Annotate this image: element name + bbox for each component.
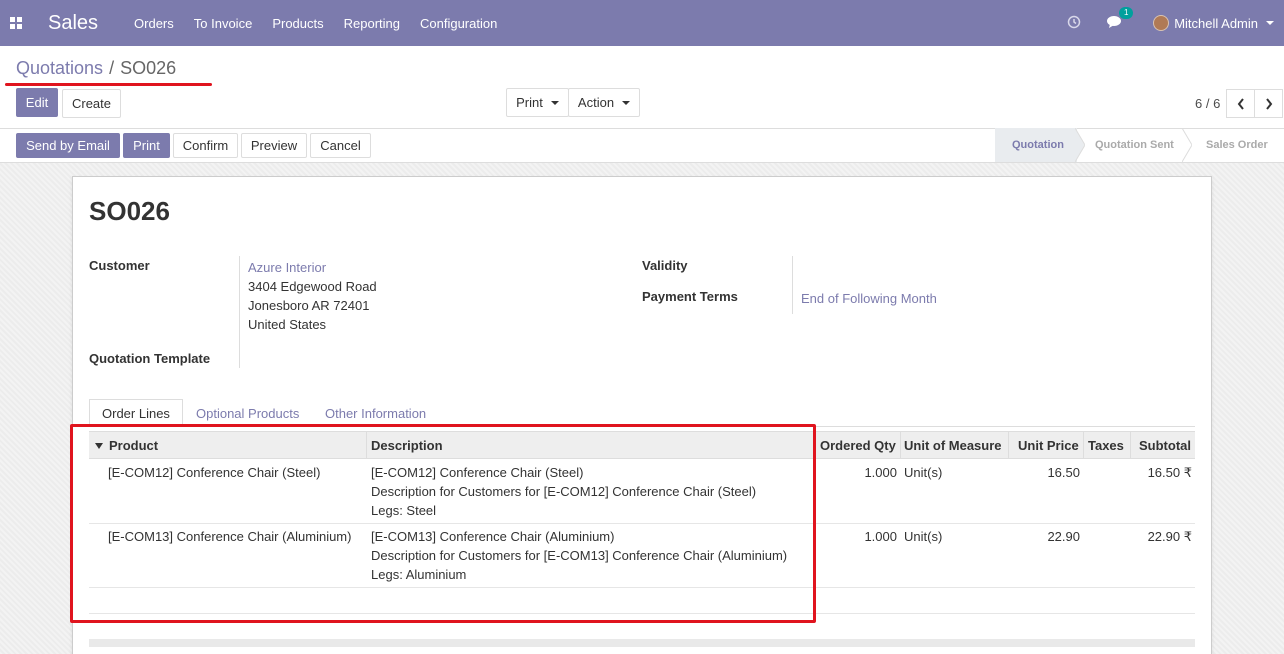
stage-quotation-label: Quotation <box>1012 139 1064 151</box>
stage-quotation[interactable]: Quotation <box>995 128 1077 162</box>
stage-quotation-sent[interactable]: Quotation Sent <box>1077 128 1184 162</box>
pager-value: 6 / 6 <box>1195 96 1221 111</box>
top-navbar: Sales Orders To Invoice Products Reporti… <box>0 0 1284 46</box>
validity-label: Validity <box>642 258 688 273</box>
chevron-right-icon <box>1265 97 1272 110</box>
field-separator <box>792 256 793 314</box>
tab-optional-products-label: Optional Products <box>196 405 300 421</box>
chat-count-badge: 1 <box>1119 6 1134 19</box>
app-title[interactable]: Sales <box>48 12 98 35</box>
print-button[interactable]: Print <box>123 133 170 158</box>
row-ordered-qty[interactable]: 1.000 <box>840 463 897 482</box>
tab-order-lines-label: Order Lines <box>102 405 170 421</box>
record-title: SO026 <box>89 196 170 226</box>
caret-down-icon <box>622 100 631 105</box>
action-dropdown[interactable]: Action <box>568 88 640 117</box>
tab-order-lines[interactable]: Order Lines <box>89 399 183 427</box>
pager-previous-button[interactable] <box>1226 89 1255 118</box>
payment-terms-value[interactable]: End of Following Month <box>801 291 937 306</box>
column-separator <box>1008 432 1009 459</box>
chevron-down-icon[interactable] <box>1266 21 1274 25</box>
customer-address-line: United States <box>248 317 327 332</box>
menu-configuration[interactable]: Configuration <box>420 16 497 31</box>
cancel-button[interactable]: Cancel <box>310 133 371 158</box>
print-dropdown[interactable]: Print <box>506 88 569 117</box>
customer-label: Customer <box>89 258 150 273</box>
create-button[interactable]: Create <box>62 89 121 118</box>
table-footer <box>89 639 1195 647</box>
breadcrumb-current: SO026 <box>120 58 177 78</box>
column-ordered-qty[interactable]: Ordered Qty <box>820 432 896 459</box>
column-separator <box>900 432 901 459</box>
action-dropdown-label: Action <box>577 95 615 110</box>
breadcrumb-highlight-underline <box>5 83 212 86</box>
edit-button[interactable]: Edit <box>16 88 58 117</box>
chat-icon[interactable]: 1 <box>1107 6 1134 32</box>
status-bar: Quotation Quotation Sent Sales Order <box>995 128 1284 162</box>
customer-name-link[interactable]: Azure Interior <box>248 260 326 275</box>
stage-sales-order-label: Sales Order <box>1206 139 1268 151</box>
column-unit-price[interactable]: Unit Price <box>1018 432 1079 459</box>
tab-other-information[interactable]: Other Information <box>313 399 438 427</box>
clock-icon[interactable] <box>1067 15 1081 32</box>
pager-next-button[interactable] <box>1254 89 1283 118</box>
chevron-left-icon <box>1237 97 1244 110</box>
column-separator <box>1130 432 1131 459</box>
breadcrumb-separator: / <box>109 58 115 78</box>
print-dropdown-label: Print <box>516 95 543 110</box>
breadcrumb-quotations[interactable]: Quotations <box>16 58 103 79</box>
quotation-template-label: Quotation Template <box>89 351 211 366</box>
tab-other-information-label: Other Information <box>325 405 427 421</box>
stage-sales-order[interactable]: Sales Order <box>1184 128 1284 162</box>
payment-terms-label: Payment Terms <box>642 289 738 304</box>
navbar-systray: 1 Mitchell Admin <box>1067 0 1284 46</box>
customer-address-line: Jonesboro AR 72401 <box>248 298 370 313</box>
avatar[interactable] <box>1153 15 1170 31</box>
send-by-email-button[interactable]: Send by Email <box>16 133 120 158</box>
user-name[interactable]: Mitchell Admin <box>1174 16 1258 31</box>
breadcrumb: Quotations / SO026 <box>16 58 176 79</box>
row-unit-of-measure[interactable]: Unit(s) <box>904 527 942 546</box>
column-subtotal[interactable]: Subtotal <box>1139 432 1191 459</box>
column-unit-of-measure[interactable]: Unit of Measure <box>904 432 1002 459</box>
row-unit-price[interactable]: 22.90 <box>1020 527 1080 546</box>
tab-optional-products[interactable]: Optional Products <box>184 399 311 427</box>
order-lines-highlight-box <box>70 424 816 623</box>
menu-to-invoice[interactable]: To Invoice <box>194 16 253 31</box>
stage-quotation-sent-label: Quotation Sent <box>1095 139 1174 151</box>
column-taxes[interactable]: Taxes <box>1088 432 1124 459</box>
row-unit-of-measure[interactable]: Unit(s) <box>904 463 942 482</box>
row-ordered-qty[interactable]: 1.000 <box>840 527 897 546</box>
caret-down-icon <box>550 100 559 105</box>
field-separator <box>239 256 240 368</box>
confirm-button[interactable]: Confirm <box>173 133 238 158</box>
row-subtotal: 22.90 ₹ <box>1147 529 1192 544</box>
preview-button[interactable]: Preview <box>241 133 307 158</box>
customer-address-line: 3404 Edgewood Road <box>248 279 377 294</box>
column-separator <box>1083 432 1084 459</box>
row-subtotal: 16.50 ₹ <box>1147 465 1192 480</box>
menu-orders[interactable]: Orders <box>134 16 174 31</box>
menu-reporting[interactable]: Reporting <box>344 16 400 31</box>
menu-products[interactable]: Products <box>272 16 323 31</box>
apps-menu-icon[interactable] <box>0 0 32 46</box>
row-unit-price[interactable]: 16.50 <box>1020 463 1080 482</box>
